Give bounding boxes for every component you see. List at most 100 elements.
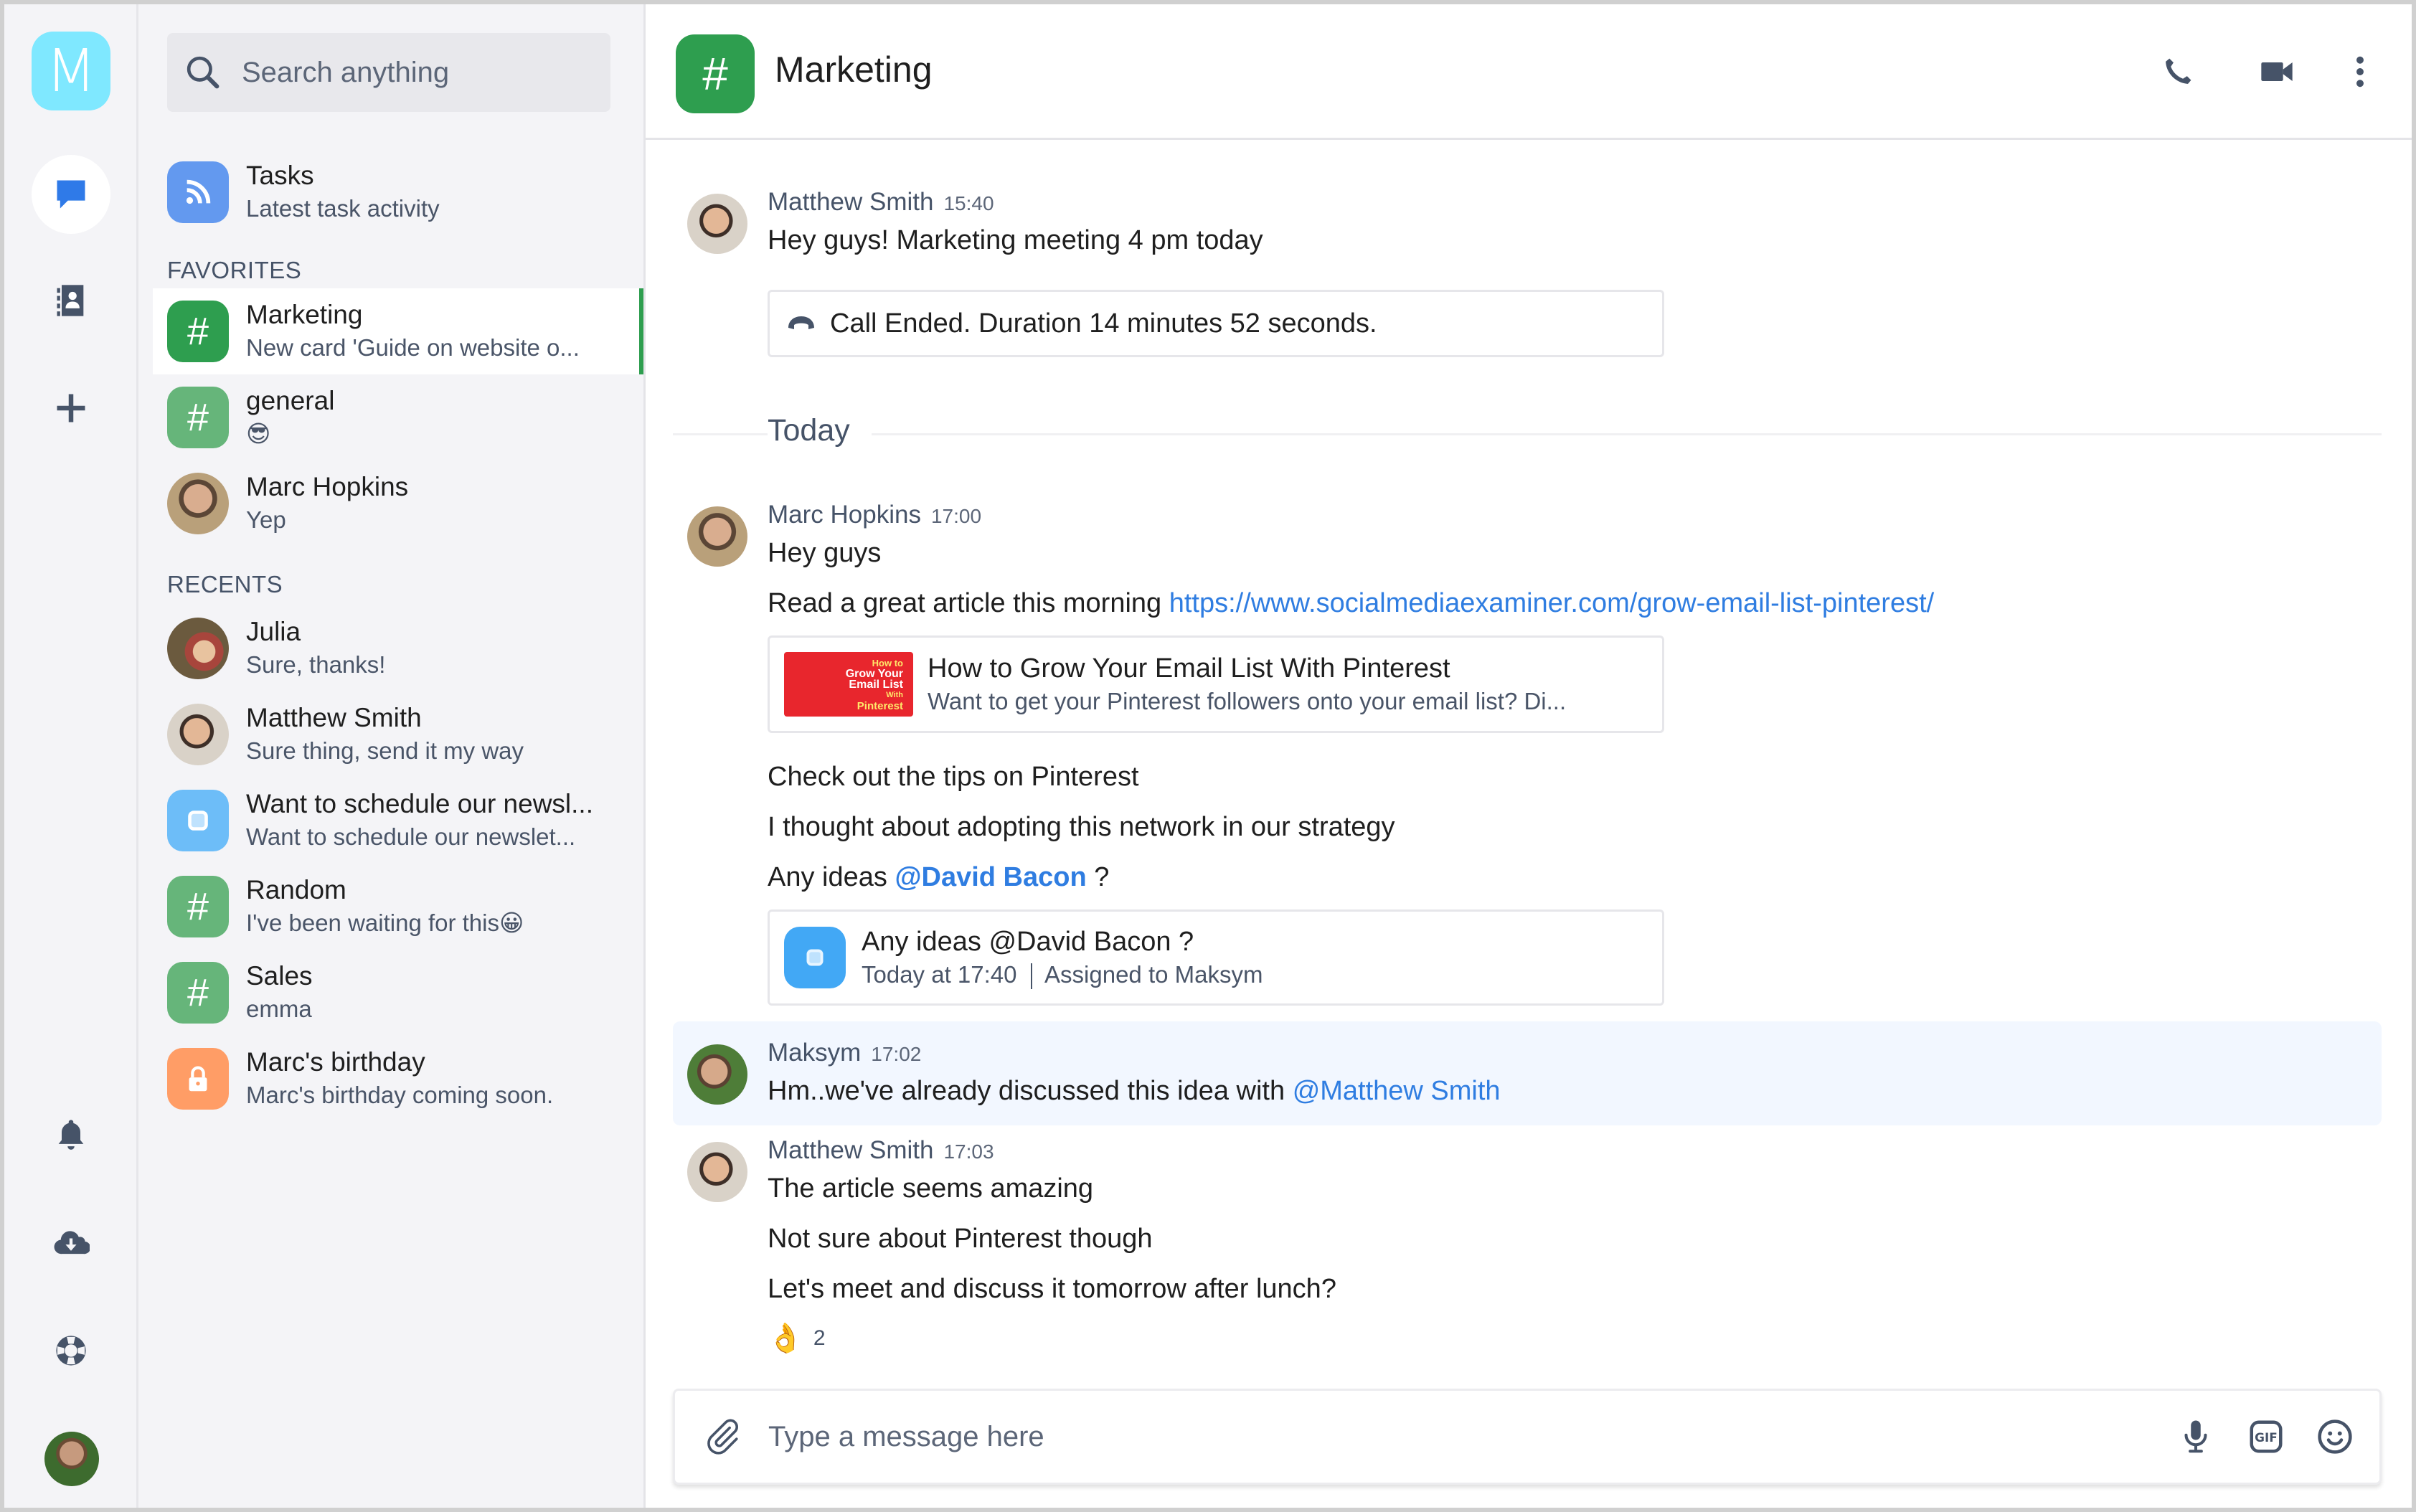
avatar[interactable] [687,194,747,254]
call-button[interactable] [2156,50,2199,93]
hash-icon: # [167,387,229,448]
sidebar-item-marketing[interactable]: # Marketing New card 'Guide on website o… [153,288,643,374]
avatar[interactable] [687,506,747,567]
mention-matthew-smith[interactable]: @Matthew Smith [1293,1076,1501,1106]
rail-contacts-button[interactable] [32,261,110,340]
recents-label: RECENTS [167,571,283,597]
item-title: Marc Hopkins [246,472,409,501]
rail-chats-button[interactable] [32,155,110,234]
ok-hand-emoji: 👌 [768,1323,803,1354]
task-card[interactable]: Any ideas @David Bacon ? Today at 17:40 … [768,909,1664,1006]
left-rail: M [4,4,138,1508]
item-subtitle: Marc's birthday coming soon. [246,1082,554,1108]
app-window: M Search anything Tasks Latest task acti… [4,4,2412,1508]
message-text: Hey guys [768,538,882,568]
sidebar-item-newsletter-task[interactable]: Want to schedule our newsl... Want to sc… [153,778,643,864]
item-title: Sales [246,961,313,991]
avatar [167,473,229,534]
video-call-button[interactable] [2255,50,2298,93]
thumb-text: Email List [849,678,903,691]
sidebar-item-tasks[interactable]: Tasks Latest task activity [153,149,643,235]
search-input[interactable]: Search anything [167,33,610,112]
emoji-button[interactable] [2313,1415,2356,1458]
rail-add-button[interactable] [32,369,110,448]
more-options-button[interactable] [2339,50,2382,93]
search-placeholder: Search anything [242,56,450,88]
item-subtitle: I've been waiting for this😀 [246,909,524,936]
avatar [167,704,229,765]
item-subtitle: New card 'Guide on website o... [246,334,580,361]
message-text: Check out the tips on Pinterest [768,762,1139,792]
emoji-icon [2318,1419,2352,1454]
message-text: Not sure about Pinterest though [768,1224,1153,1254]
hash-icon: # [167,962,229,1024]
phone-hangup-icon [788,316,814,329]
mention-david-bacon[interactable]: @David Bacon [895,862,1086,892]
message-text-prefix: Any ideas [768,862,895,892]
item-title: Random [246,875,346,904]
item-subtitle: emma [246,996,312,1022]
link-preview-card[interactable]: How to Grow Your Email List With Pintere… [768,635,1664,733]
message-time: 17:02 [871,1043,922,1065]
voice-message-button[interactable] [2174,1415,2217,1458]
user-avatar[interactable] [44,1432,99,1486]
sidebar-item-julia[interactable]: Julia Sure, thanks! [153,605,643,691]
bell-icon [58,1120,84,1150]
task-assignee: Assigned to Maksym [1044,961,1263,988]
phone-icon [2166,58,2191,84]
hash-icon: # [676,34,755,113]
sidebar-item-matthew-smith[interactable]: Matthew Smith Sure thing, send it my way [153,691,643,778]
avatar [167,618,229,679]
highlighted-message [673,1021,2382,1125]
message-author[interactable]: Matthew Smith [768,1136,933,1165]
attach-button[interactable] [701,1415,744,1458]
sidebar-item-sales[interactable]: # Sales emma [153,950,643,1036]
sidebar-item-general[interactable]: # general 😎 [153,374,643,460]
message-text: Hm..we've already discussed this idea wi… [768,1076,1501,1107]
sidebar-item-marc-hopkins[interactable]: Marc Hopkins Yep [153,460,643,547]
message-text: Read a great article this morning https:… [768,588,1934,619]
link-preview-thumbnail: How to Grow Your Email List With Pintere… [784,652,913,717]
task-title: Any ideas @David Bacon ? [862,927,1194,957]
message-author[interactable]: Marc Hopkins [768,501,921,529]
rail-download-button[interactable] [32,1204,110,1282]
paperclip-icon [707,1419,738,1455]
item-subtitle: Yep [246,506,286,533]
message-header: Marc Hopkins 17:00 [768,501,981,529]
sidebar-item-random[interactable]: # Random I've been waiting for this😀 [153,864,643,950]
task-time: Today at 17:40 [862,961,1017,988]
more-vertical-icon [2356,56,2364,88]
item-subtitle: Want to schedule our newslet... [246,823,576,850]
address-book-icon [57,285,84,316]
workspace-logo[interactable]: M [32,32,110,110]
message-author[interactable]: Maksym [768,1039,861,1067]
plus-icon [57,394,85,422]
cloud-download-icon [54,1231,90,1255]
link-preview-description: Want to get your Pinterest followers ont… [928,688,1567,714]
message-text: Let's meet and discuss it tomorrow after… [768,1274,1336,1304]
sidebar-item-marcs-birthday[interactable]: Marc's birthday Marc's birthday coming s… [153,1036,643,1122]
message-input[interactable]: Type a message here [768,1421,1044,1453]
reaction-badge[interactable]: 👌 2 [768,1321,826,1355]
conversation-sidebar: Search anything Tasks Latest task activi… [138,4,646,1508]
gif-button[interactable]: GIF [2245,1415,2288,1458]
thumb-text: Pinterest [857,699,903,712]
message-header: Matthew Smith 15:40 [768,188,994,217]
item-title: Julia [246,617,301,646]
thumb-text: How to [872,657,903,668]
message-composer[interactable]: Type a message here GIF [673,1389,2382,1485]
item-title: general [246,386,335,415]
message-author[interactable]: Matthew Smith [768,188,933,217]
article-link[interactable]: https://www.socialmediaexaminer.com/grow… [1169,588,1934,618]
message-time: 15:40 [943,192,994,214]
rail-notifications-button[interactable] [32,1096,110,1175]
avatar[interactable] [687,1044,747,1105]
search-icon [187,56,220,89]
task-icon [167,790,229,851]
reaction-count: 2 [813,1326,826,1350]
avatar[interactable] [687,1142,747,1202]
thumb-text: With [886,690,903,699]
chat-bubble-icon [57,180,85,209]
hash-icon: # [167,301,229,362]
rail-help-button[interactable] [32,1311,110,1390]
